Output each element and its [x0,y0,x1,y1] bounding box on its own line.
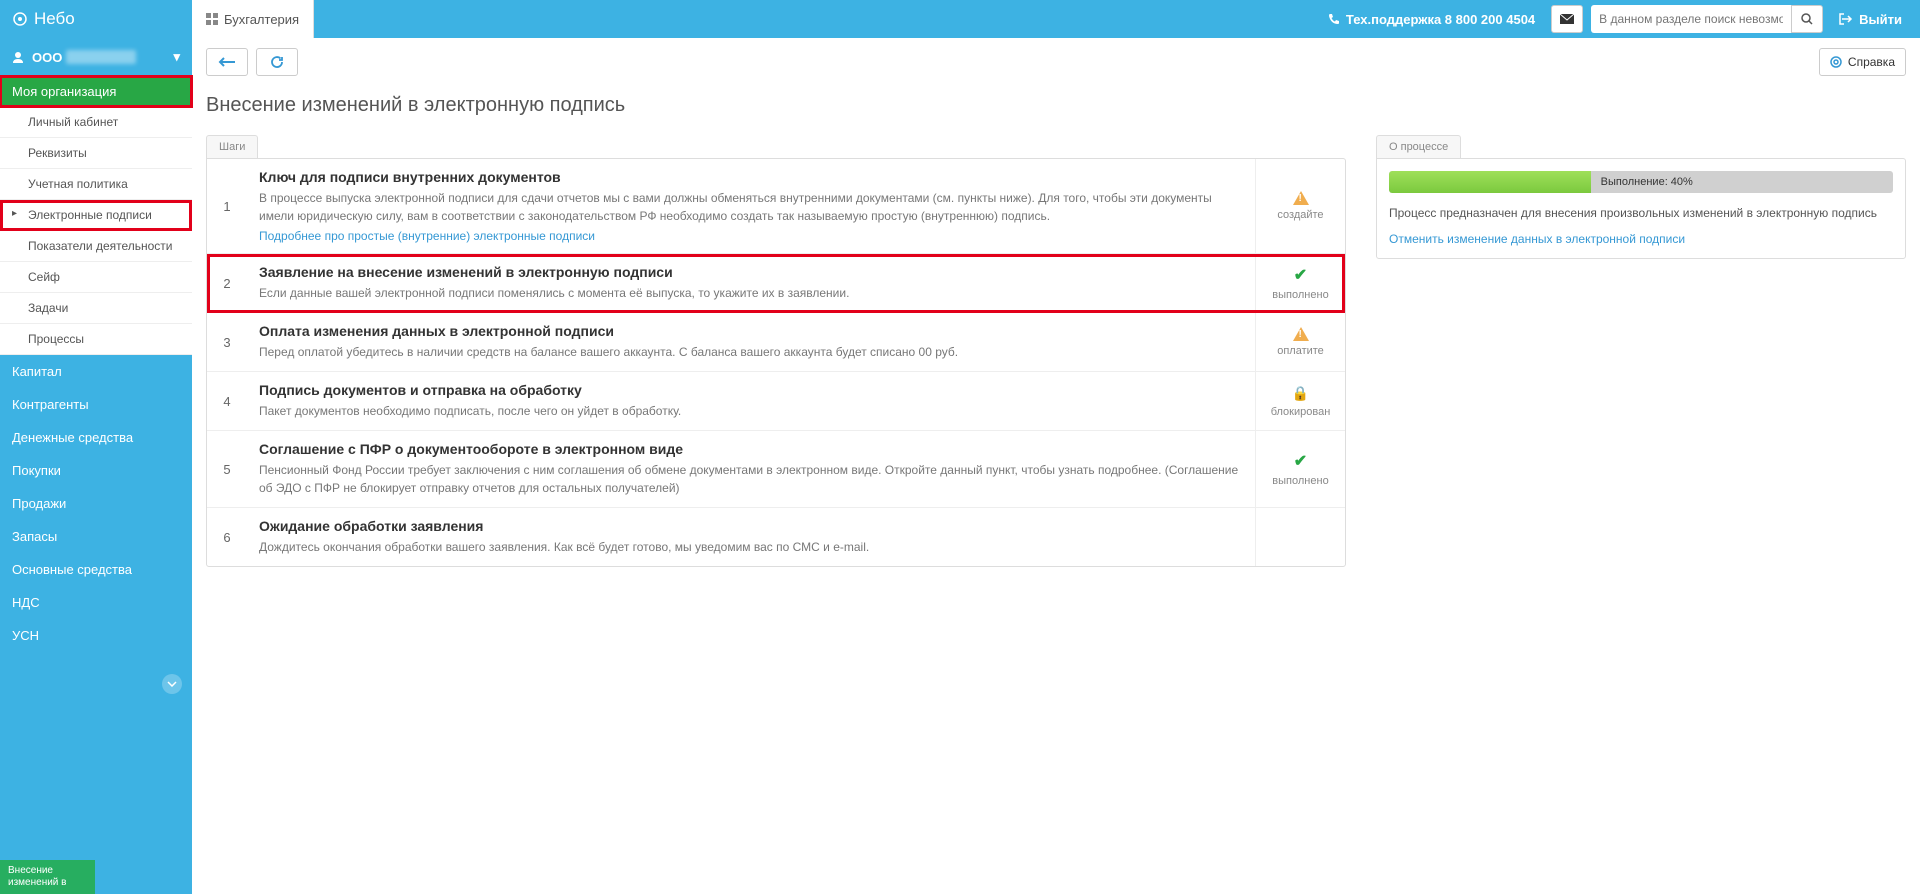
phone-icon [1328,13,1340,25]
sidebar-sub-item[interactable]: Процессы [0,324,192,355]
grid-icon [206,13,218,25]
brand-text: Небо [34,9,75,29]
warning-icon [1293,191,1309,205]
progress-label: Выполнение: 40% [1601,171,1693,193]
warning-icon [1293,327,1309,341]
sidebar-item[interactable]: Контрагенты [0,388,192,421]
step-title: Заявление на внесение изменений в электр… [259,264,1243,280]
sidebar-sub-item[interactable]: Личный кабинет [0,107,192,138]
sidebar: ООО ▾ Моя организация Личный кабинетРекв… [0,38,192,894]
arrow-left-icon [218,57,236,67]
page-title: Внесение изменений в электронную подпись [206,94,1906,117]
step-number: 5 [207,431,247,507]
envelope-icon [1560,14,1574,24]
logo-icon [12,11,28,27]
step-description: Если данные вашей электронной подписи по… [259,284,1243,302]
step-description: Дождитесь окончания обработки вашего зая… [259,538,1243,556]
step-description: Пенсионный Фонд России требует заключени… [259,461,1243,497]
scroll-down-button[interactable] [162,674,182,694]
step-row[interactable]: 4 Подпись документов и отправка на обрабо… [207,372,1345,431]
step-row[interactable]: 2 Заявление на внесение изменений в элект… [207,254,1345,313]
org-selector[interactable]: ООО ▾ [0,38,192,76]
step-title: Ожидание обработки заявления [259,518,1243,534]
logout-button[interactable]: Выйти [1831,12,1910,27]
step-row[interactable]: 1 Ключ для подписи внутренних документов В… [207,159,1345,254]
sidebar-item[interactable]: НДС [0,586,192,619]
sidebar-item[interactable]: УСН [0,619,192,652]
sidebar-item[interactable]: Продажи [0,487,192,520]
brand-logo[interactable]: Небо [0,0,192,38]
search-button[interactable] [1791,5,1823,33]
sidebar-item[interactable]: Основные средства [0,553,192,586]
search-box [1591,5,1823,33]
step-status-text: блокирован [1271,406,1331,418]
step-number: 2 [207,254,247,312]
chevron-down-icon: ▾ [173,49,180,65]
sidebar-sub-item[interactable]: Учетная политика [0,169,192,200]
step-row[interactable]: 3 Оплата изменения данных в электронной п… [207,313,1345,372]
step-status-text: выполнено [1272,475,1328,487]
user-icon [12,51,24,63]
logout-icon [1839,13,1853,25]
lock-icon: 🔒 [1292,385,1309,402]
step-status-text: создайте [1277,209,1323,221]
lifebuoy-icon [1830,56,1842,68]
step-number: 3 [207,313,247,371]
sidebar-header-my-org[interactable]: Моя организация [0,76,192,107]
step-status: оплатите [1255,313,1345,371]
sidebar-sub-item[interactable]: Сейф [0,262,192,293]
tab-steps[interactable]: Шаги [206,135,258,158]
step-status: 🔒 блокирован [1255,372,1345,430]
step-description: Перед оплатой убедитесь в наличии средст… [259,343,1243,361]
step-number: 1 [207,159,247,253]
step-title: Подпись документов и отправка на обработ… [259,382,1243,398]
chevron-down-icon [167,681,177,687]
step-description: В процессе выпуска электронной подписи д… [259,189,1243,225]
cancel-process-link[interactable]: Отменить изменение данных в электронной … [1389,232,1893,246]
sidebar-sub-item[interactable]: Показатели деятельности [0,231,192,262]
sidebar-item[interactable]: Запасы [0,520,192,553]
main-content: Справка Внесение изменений в электронную… [192,38,1920,894]
step-description: Пакет документов необходимо подписать, п… [259,402,1243,420]
tab-label: Бухгалтерия [224,12,299,27]
step-row[interactable]: 6 Ожидание обработки заявления Дождитесь о… [207,508,1345,566]
search-icon [1801,13,1813,25]
org-name-blurred [66,50,136,64]
step-status-text: выполнено [1272,289,1328,301]
step-number: 4 [207,372,247,430]
mail-button[interactable] [1551,5,1583,33]
breadcrumb-tag[interactable]: Внесение изменений в [0,860,95,894]
search-input[interactable] [1591,5,1791,33]
check-icon: ✔ [1294,451,1307,471]
step-row[interactable]: 5 Соглашение с ПФР о документообороте в э… [207,431,1345,508]
sidebar-sub-item[interactable]: Электронные подписи [0,200,192,231]
step-number: 6 [207,508,247,566]
check-icon: ✔ [1294,265,1307,285]
step-status: ✔ выполнено [1255,431,1345,507]
back-button[interactable] [206,48,248,76]
step-status: создайте [1255,159,1345,253]
sidebar-item[interactable]: Капитал [0,355,192,388]
help-button[interactable]: Справка [1819,48,1906,76]
step-status: ✔ выполнено [1255,254,1345,312]
sidebar-sub-item[interactable]: Реквизиты [0,138,192,169]
sidebar-item[interactable]: Покупки [0,454,192,487]
refresh-icon [270,55,284,69]
progress-bar: Выполнение: 40% [1389,171,1893,193]
sidebar-item[interactable]: Денежные средства [0,421,192,454]
tab-accounting[interactable]: Бухгалтерия [192,0,314,38]
step-status-text: оплатите [1277,345,1324,357]
process-description: Процесс предназначен для внесения произв… [1389,205,1893,222]
step-title: Соглашение с ПФР о документообороте в эл… [259,441,1243,457]
step-link[interactable]: Подробнее про простые (внутренние) элект… [259,229,595,243]
sidebar-sub-item[interactable]: Задачи [0,293,192,324]
step-status [1255,508,1345,566]
refresh-button[interactable] [256,48,298,76]
support-phone[interactable]: Тех.поддержка 8 800 200 4504 [1320,12,1543,27]
step-title: Оплата изменения данных в электронной по… [259,323,1243,339]
step-title: Ключ для подписи внутренних документов [259,169,1243,185]
tab-process[interactable]: О процессе [1376,135,1461,158]
